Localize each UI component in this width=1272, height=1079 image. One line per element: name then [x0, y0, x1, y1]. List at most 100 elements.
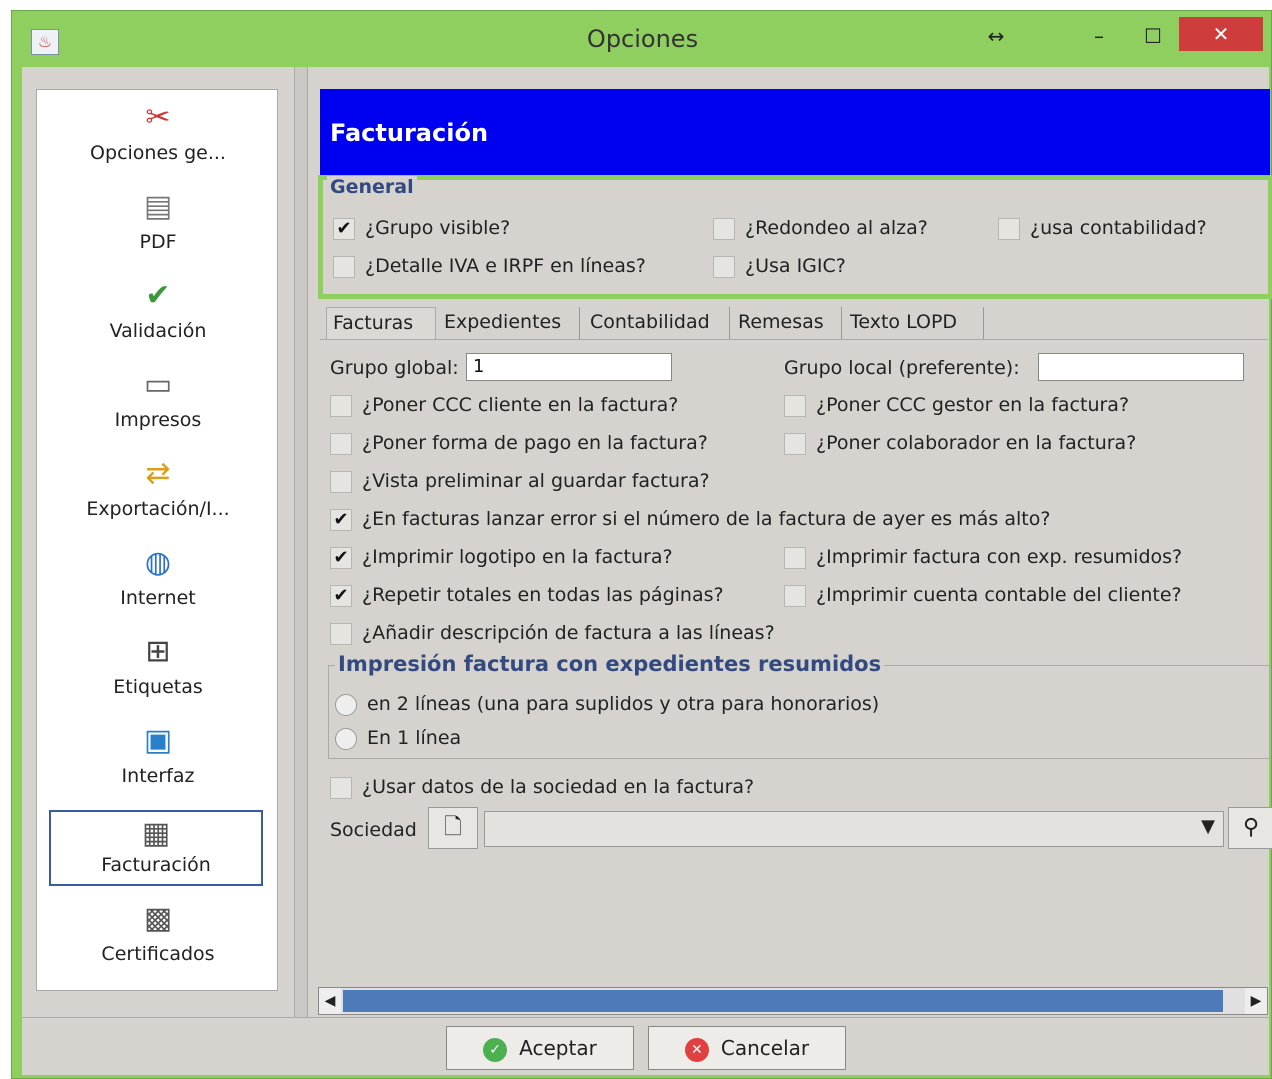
cancel-x-icon: ✕	[684, 1037, 709, 1062]
sidebar-item-exportacion[interactable]: ⇄ Exportación/I...	[37, 446, 279, 535]
close-button[interactable]: ✕	[1179, 17, 1263, 51]
label-icon: ⊞	[145, 634, 171, 669]
checkbox-label: ¿Imprimir factura con exp. resumidos?	[816, 546, 1183, 568]
sidebar-item-impresos[interactable]: ▭ Impresos	[37, 357, 279, 446]
checkbox-label: ¿usa contabilidad?	[1030, 217, 1207, 239]
redondeo-checkbox[interactable]: ¿Redondeo al alza?	[713, 214, 928, 242]
options-sidebar: ✂ Opciones ge... ▤ PDF ✔ Validación ▭ Im…	[36, 89, 278, 991]
checkbox-box: ✔	[330, 584, 352, 607]
tab-texto-lopd[interactable]: Texto LOPD	[844, 307, 984, 339]
checkmark-icon: ✔	[145, 278, 171, 313]
scroll-thumb[interactable]	[343, 990, 1223, 1012]
certificate-icon: ▩	[143, 901, 173, 936]
general-legend: General	[327, 176, 417, 198]
cancel-button[interactable]: ✕ Cancelar	[648, 1026, 846, 1070]
tab-divider	[320, 339, 1268, 340]
globe-icon: ◍	[144, 545, 172, 580]
sidebar-item-pdf[interactable]: ▤ PDF	[37, 179, 279, 268]
tab-facturas[interactable]: Facturas	[326, 307, 436, 339]
facturacion-panel: Facturación General ✔ ¿Grupo visible? ¿Re…	[308, 67, 1272, 1075]
sidebar-item-internet[interactable]: ◍ Internet	[37, 535, 279, 624]
sociedad-label: Sociedad	[330, 819, 417, 841]
interface-icon: ▣	[143, 723, 173, 758]
usar-datos-sociedad-checkbox[interactable]: ¿Usar datos de la sociedad en la factura…	[330, 773, 754, 801]
radio-label: en 2 líneas (una para suplidos y otra pa…	[367, 693, 880, 715]
colaborador-checkbox[interactable]: ¿Poner colaborador en la factura?	[784, 429, 1136, 457]
checkbox-box	[330, 432, 352, 455]
checkbox-box	[784, 546, 806, 569]
accept-button[interactable]: ✓ Aceptar	[446, 1026, 634, 1070]
maximize-button[interactable]: ☐	[1136, 19, 1170, 53]
sidebar-item-label: Exportación/I...	[86, 498, 230, 520]
lanzar-error-checkbox[interactable]: ✔ ¿En facturas lanzar error si el número …	[330, 505, 1050, 533]
new-sociedad-button[interactable]: 🗋	[428, 807, 478, 849]
checkbox-box	[333, 255, 355, 278]
checkbox-box	[713, 217, 735, 240]
scroll-right-icon[interactable]: ▶	[1245, 988, 1267, 1014]
radio-label: En 1 línea	[367, 727, 462, 749]
tools-icon: ✂	[145, 100, 171, 135]
anadir-descripcion-checkbox[interactable]: ¿Añadir descripción de factura a las lín…	[330, 619, 775, 647]
grupo-global-field[interactable]: 1	[466, 353, 672, 381]
checkbox-label: ¿Grupo visible?	[365, 217, 511, 239]
sidebar-item-etiquetas[interactable]: ⊞ Etiquetas	[37, 624, 279, 713]
radio-circle	[335, 693, 357, 716]
scroll-left-icon[interactable]: ◀	[319, 988, 341, 1014]
minimize-button[interactable]: –	[1084, 19, 1114, 53]
usa-contabilidad-checkbox[interactable]: ¿usa contabilidad?	[998, 214, 1207, 242]
section-banner: Facturación	[320, 89, 1270, 175]
checkbox-box	[998, 217, 1020, 240]
grupo-visible-checkbox[interactable]: ✔ ¿Grupo visible?	[333, 214, 510, 242]
checkbox-label: ¿Poner CCC gestor en la factura?	[816, 394, 1130, 416]
checkbox-label: ¿Detalle IVA e IRPF en líneas?	[365, 255, 646, 277]
impresion-group: Impresión factura con expedientes resumi…	[328, 652, 1270, 759]
sidebar-item-label: Facturación	[101, 854, 211, 876]
grupo-local-field[interactable]	[1038, 353, 1244, 381]
checkbox-label: ¿Poner colaborador en la factura?	[816, 432, 1137, 454]
resize-arrows-icon[interactable]: ↔	[978, 19, 1014, 53]
document-icon: ▤	[143, 189, 173, 224]
sidebar-item-certificados[interactable]: ▩ Certificados	[37, 891, 279, 980]
forma-pago-checkbox[interactable]: ¿Poner forma de pago en la factura?	[330, 429, 708, 457]
sidebar-item-opciones-generales[interactable]: ✂ Opciones ge...	[37, 90, 279, 179]
checkbox-label: ¿Poner CCC cliente en la factura?	[362, 394, 679, 416]
imprimir-cuenta-checkbox[interactable]: ¿Imprimir cuenta contable del cliente?	[784, 581, 1182, 609]
imprimir-logotipo-checkbox[interactable]: ✔ ¿Imprimir logotipo en la factura?	[330, 543, 673, 571]
vista-preliminar-checkbox[interactable]: ¿Vista preliminar al guardar factura?	[330, 467, 710, 495]
checkbox-label: ¿Repetir totales en todas las páginas?	[362, 584, 724, 606]
imprimir-exp-resumidos-checkbox[interactable]: ¿Imprimir factura con exp. resumidos?	[784, 543, 1182, 571]
radio-2-lineas[interactable]: en 2 líneas (una para suplidos y otra pa…	[335, 690, 879, 718]
ccc-cliente-checkbox[interactable]: ¿Poner CCC cliente en la factura?	[330, 391, 678, 419]
dialog-client-area: ✂ Opciones ge... ▤ PDF ✔ Validación ▭ Im…	[22, 67, 1272, 1075]
sidebar-item-interfaz[interactable]: ▣ Interfaz	[37, 713, 279, 802]
checkbox-label: ¿Añadir descripción de factura a las lín…	[362, 622, 775, 644]
general-group: General ✔ ¿Grupo visible? ¿Redondeo al al…	[318, 175, 1272, 299]
checkbox-label: ¿Imprimir cuenta contable del cliente?	[816, 584, 1182, 606]
checkbox-label: ¿En facturas lanzar error si el número d…	[362, 508, 1051, 530]
horizontal-scrollbar[interactable]: ◀ ▶	[318, 987, 1268, 1015]
cancel-label: Cancelar	[720, 1036, 810, 1060]
checkbox-label: ¿Imprimir logotipo en la factura?	[362, 546, 673, 568]
checkbox-box: ✔	[330, 546, 352, 569]
checkbox-label: ¿Usar datos de la sociedad en la factura…	[362, 776, 755, 798]
tab-contabilidad[interactable]: Contabilidad	[584, 307, 730, 339]
repetir-totales-checkbox[interactable]: ✔ ¿Repetir totales en todas las páginas?	[330, 581, 724, 609]
ccc-gestor-checkbox[interactable]: ¿Poner CCC gestor en la factura?	[784, 391, 1129, 419]
checkbox-box	[330, 622, 352, 645]
radio-1-linea[interactable]: En 1 línea	[335, 724, 461, 752]
sidebar-item-label: Etiquetas	[113, 676, 203, 698]
search-icon: ⚲	[1242, 815, 1260, 840]
tab-remesas[interactable]: Remesas	[732, 307, 842, 339]
options-window: ♨ Opciones ↔ – ☐ ✕ ✂ Opciones ge... ▤ PD…	[11, 10, 1272, 1079]
export-icon: ⇄	[145, 456, 171, 491]
sidebar-item-facturacion[interactable]: ▦ Facturación	[49, 810, 263, 886]
detalle-iva-checkbox[interactable]: ¿Detalle IVA e IRPF en líneas?	[333, 252, 646, 280]
tab-expedientes[interactable]: Expedientes	[438, 307, 580, 339]
split-pane-divider[interactable]	[294, 67, 308, 1075]
sociedad-combo[interactable]: ▼	[484, 811, 1224, 847]
sidebar-item-validacion[interactable]: ✔ Validación	[37, 268, 279, 357]
invoice-icon: ▦	[141, 816, 171, 851]
usa-igic-checkbox[interactable]: ¿Usa IGIC?	[713, 252, 846, 280]
search-sociedad-button[interactable]: ⚲	[1228, 807, 1272, 849]
sidebar-item-label: Internet	[120, 587, 196, 609]
